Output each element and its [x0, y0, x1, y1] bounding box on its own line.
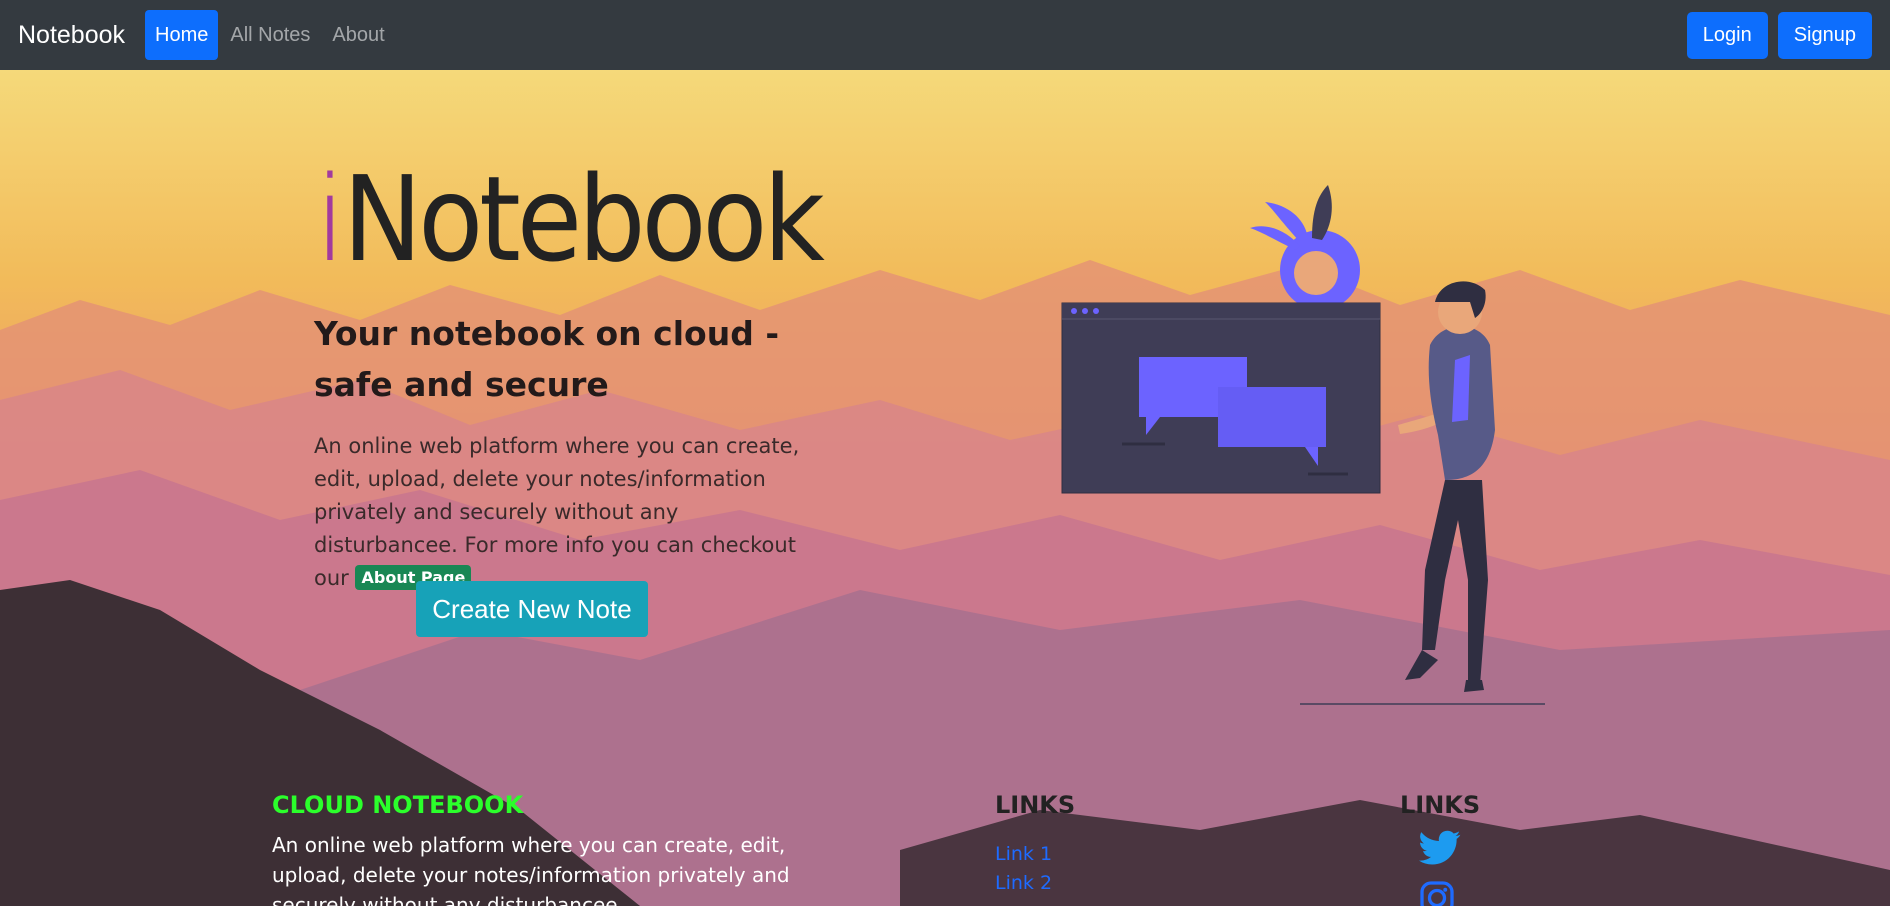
hero-description: An online web platform where you can cre…: [314, 430, 814, 595]
flower-icon: [1250, 185, 1360, 310]
auth-buttons: Login Signup: [1686, 11, 1872, 59]
hero-title: iNotebook: [314, 160, 825, 278]
nav-home[interactable]: Home: [145, 10, 219, 60]
footer-links-heading: LINKS: [995, 791, 1076, 819]
hero-subtitle: Your notebook on cloud - safe and secure: [314, 314, 780, 404]
create-new-note-button[interactable]: Create New Note: [416, 581, 648, 637]
background-landscape: [0, 70, 1890, 906]
hero-title-rest: Notebook: [342, 150, 825, 288]
nav-about[interactable]: About: [322, 12, 394, 59]
instagram-icon[interactable]: [1419, 880, 1455, 906]
navbar-brand[interactable]: Notebook: [18, 21, 125, 50]
person-illustration: [1398, 281, 1495, 692]
hero-title-i: i: [314, 150, 347, 288]
footer-social-heading: LINKS: [1400, 791, 1481, 819]
footer-brand-heading: CLOUD NOTEBOOK: [272, 791, 524, 819]
signup-button[interactable]: Signup: [1777, 11, 1872, 59]
footer-description: An online web platform where you can cre…: [272, 833, 790, 906]
footer-link-2[interactable]: Link 2: [995, 872, 1052, 894]
login-button[interactable]: Login: [1686, 11, 1768, 59]
nav-all-notes[interactable]: All Notes: [220, 12, 320, 59]
hero-illustration: [1061, 185, 1545, 705]
twitter-icon[interactable]: [1419, 830, 1461, 866]
navbar: Notebook Home All Notes About Login Sign…: [0, 0, 1890, 70]
footer-link-1[interactable]: Link 1: [995, 843, 1052, 865]
